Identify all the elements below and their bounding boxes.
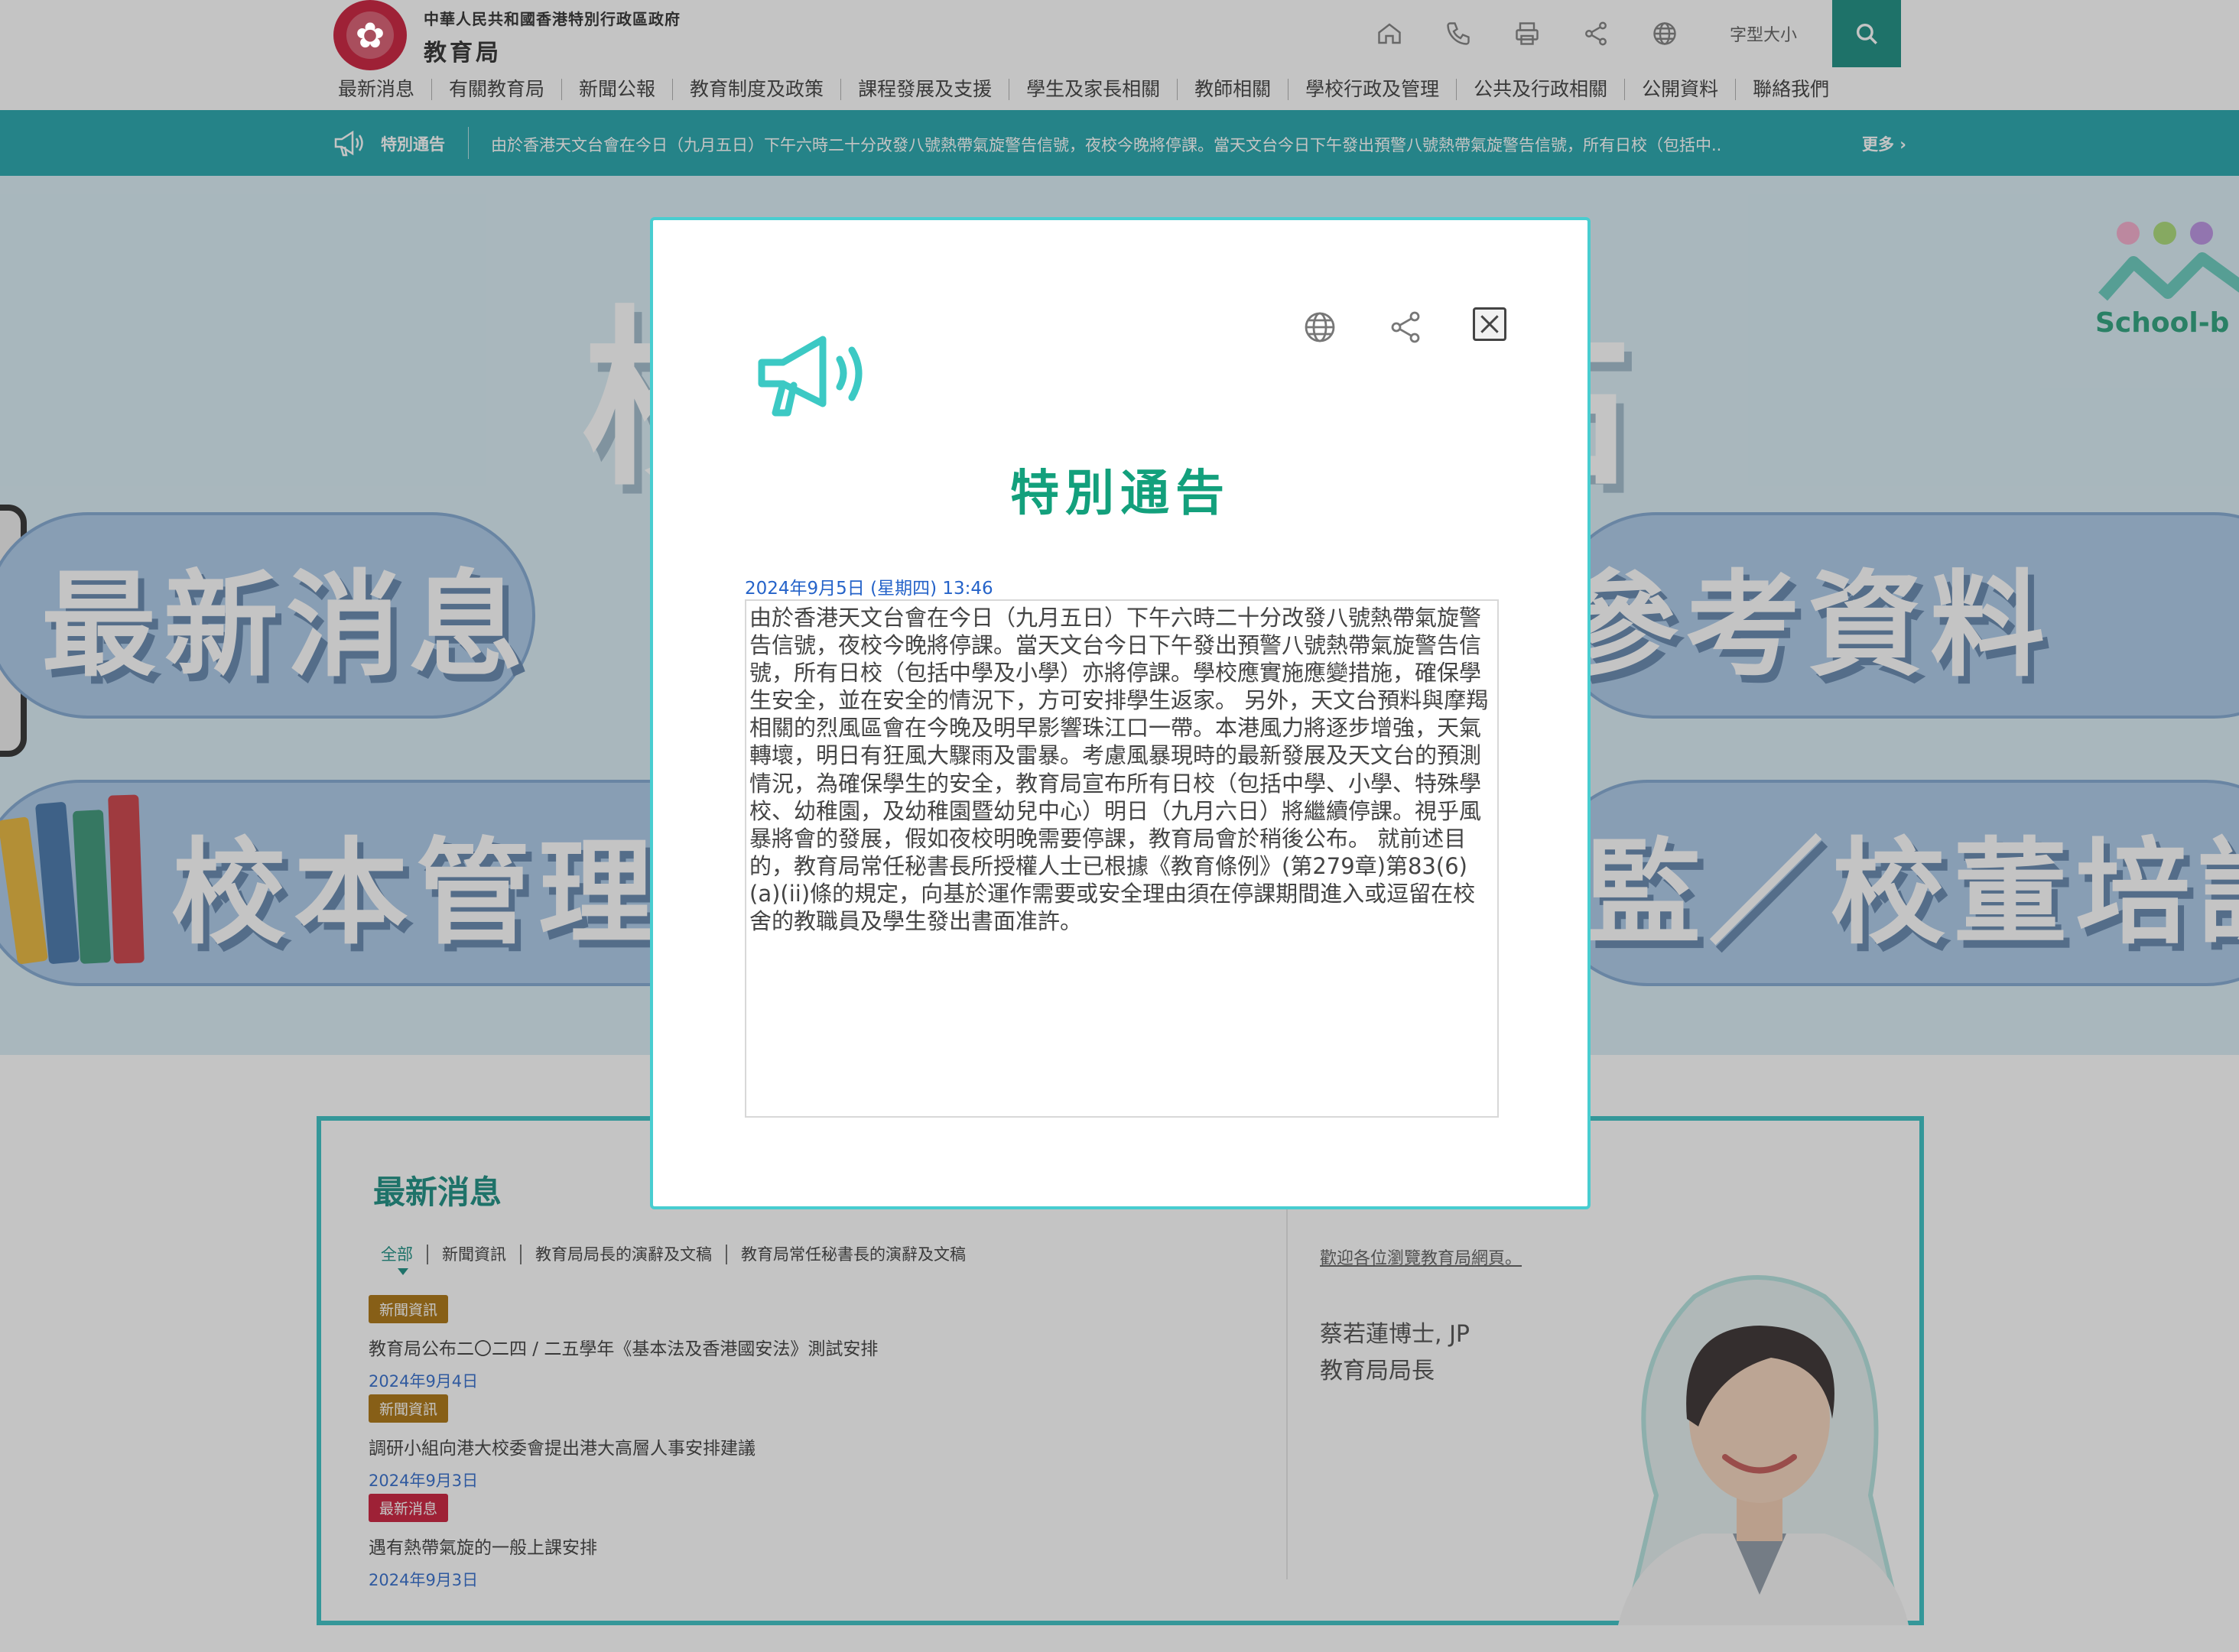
close-button[interactable] <box>1473 307 1506 341</box>
page: ✿ 中華人民共和國香港特別行政區政府 教育局 字型大小 最新消息 有關教育局 新… <box>0 0 2239 1652</box>
notice-body-textarea[interactable]: 由於香港天文台會在今日（九月五日）下午六時二十分改發八號熱帶氣旋警告信號，夜校今… <box>745 599 1499 1118</box>
share-icon[interactable] <box>1387 309 1424 346</box>
special-notice-modal: 特別通告 2024年9月5日 (星期四) 13:46 由於香港天文台會在今日（九… <box>650 217 1591 1209</box>
close-icon <box>1480 315 1499 333</box>
language-globe-icon[interactable] <box>1301 309 1338 346</box>
modal-title: 特別通告 <box>1010 466 1230 522</box>
megaphone-icon <box>758 336 863 417</box>
notice-date: 2024年9月5日 (星期四) 13:46 <box>745 579 993 599</box>
